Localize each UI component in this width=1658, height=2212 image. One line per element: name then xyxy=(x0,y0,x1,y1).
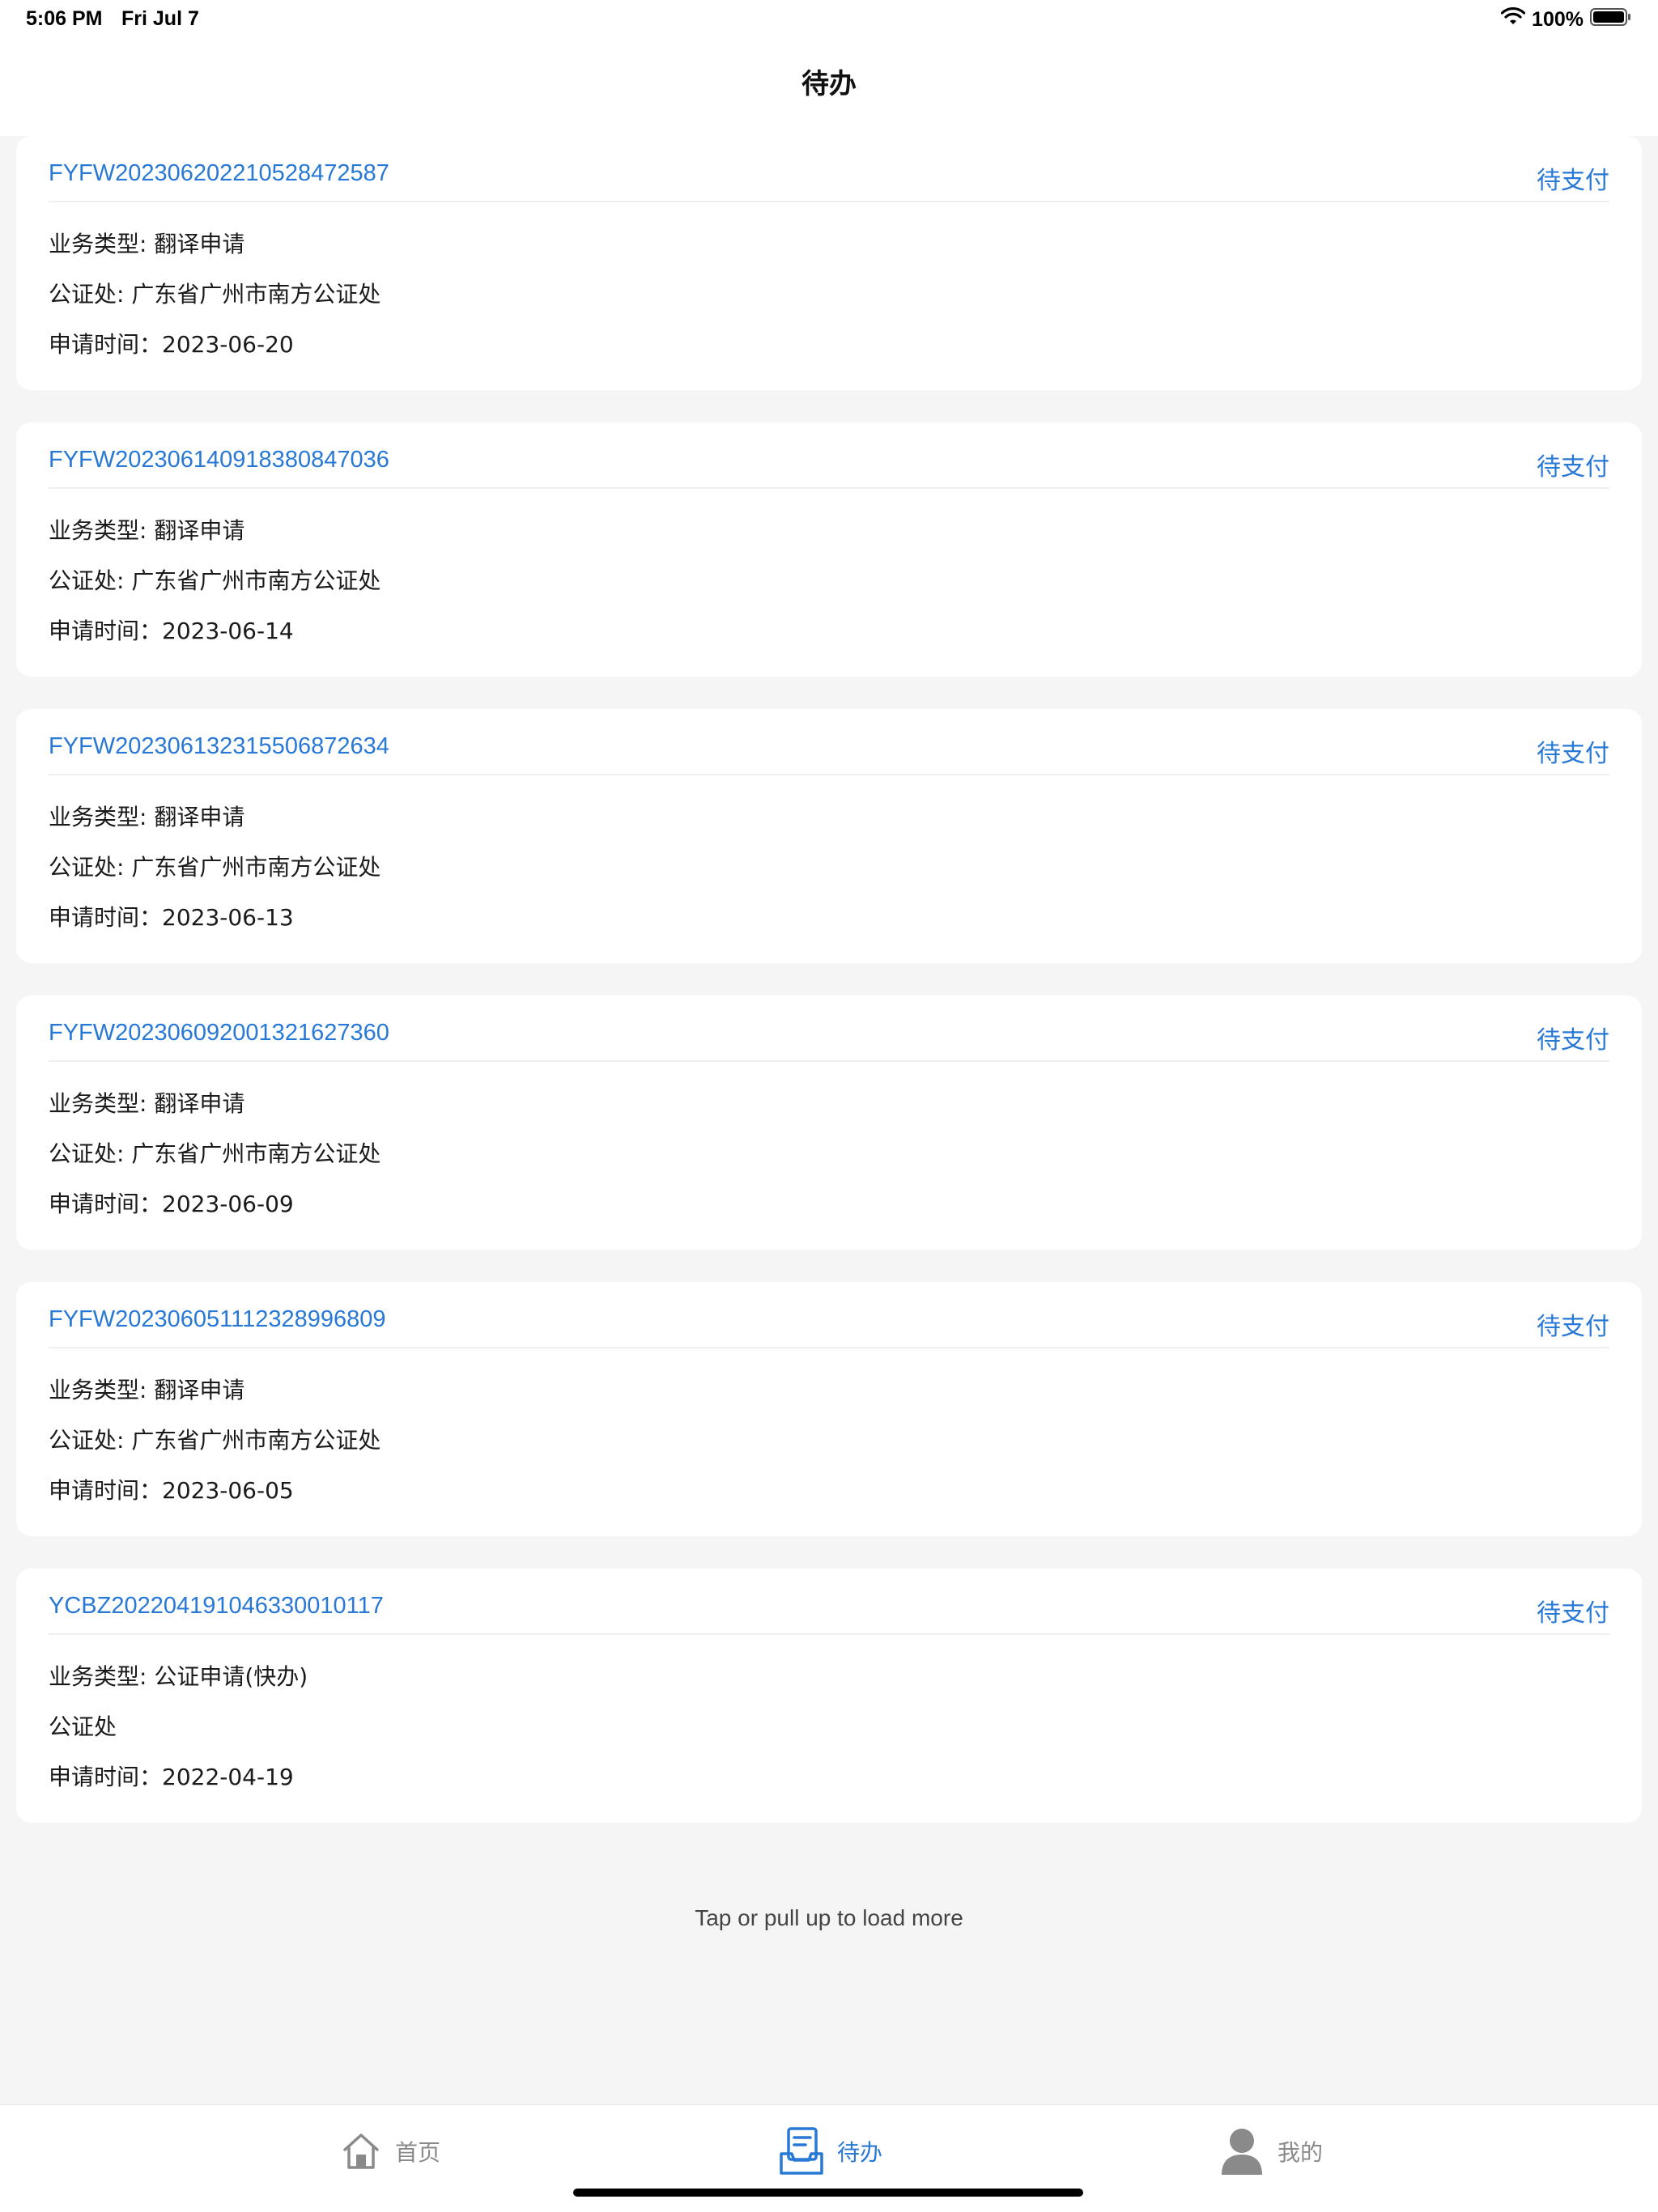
order-status[interactable]: 待支付 xyxy=(1537,1306,1609,1342)
tab-home[interactable]: 首页 xyxy=(340,2123,440,2180)
status-date: Fri Jul 7 xyxy=(121,7,199,30)
order-number[interactable]: FYFW20230609200132162736​0 xyxy=(49,1020,389,1047)
home-icon xyxy=(340,2130,382,2172)
notary-office: 公证处: 广东省广州市南方公证处 xyxy=(49,1140,381,1167)
tab-mine[interactable]: 我的 xyxy=(1219,2123,1323,2180)
apply-time: 申请时间：2023-06-20 xyxy=(49,331,294,358)
wifi-icon xyxy=(1500,6,1526,32)
order-status[interactable]: 待支付 xyxy=(1537,160,1609,196)
notary-office: 公证处: 广东省广州市南方公证处 xyxy=(49,854,381,881)
business-type: 业务类型: 翻译申请 xyxy=(49,1377,245,1403)
order-card[interactable]: YCBZ20220419104633001011​7 待支付 业务类型: 公证申… xyxy=(16,1569,1642,1823)
order-status[interactable]: 待支付 xyxy=(1537,447,1609,482)
notary-office: 公证处: 广东省广州市南方公证处 xyxy=(49,567,381,594)
order-number[interactable]: FYFW20230620221052847258​7 xyxy=(49,160,389,187)
order-number[interactable]: FYFW20230613231550687263​4 xyxy=(49,733,389,760)
user-icon xyxy=(1219,2126,1265,2176)
notary-office: 公证处: 广东省广州市南方公证处 xyxy=(49,1427,381,1454)
notary-office: 公证处: 广东省广州市南方公证处 xyxy=(49,281,381,308)
page-title: 待办 xyxy=(801,68,857,100)
status-indicators: 100% xyxy=(1500,6,1632,32)
order-status[interactable]: 待支付 xyxy=(1537,1593,1609,1628)
apply-time: 申请时间：2022-04-19 xyxy=(49,1764,294,1790)
business-type: 业务类型: 翻译申请 xyxy=(49,1090,245,1117)
order-card[interactable]: FYFW20230605111232899680​9 待支付 业务类型: 翻译申… xyxy=(16,1282,1642,1536)
order-card[interactable]: FYFW20230613231550687263​4 待支付 业务类型: 翻译申… xyxy=(16,709,1642,963)
business-type: 业务类型: 翻译申请 xyxy=(49,804,245,830)
order-card-header: FYFW20230613231550687263​4 待支付 xyxy=(49,709,1609,775)
battery-percent: 100% xyxy=(1532,7,1584,31)
order-card-header: FYFW20230614091838084703​6 待支付 xyxy=(49,422,1609,489)
order-number[interactable]: FYFW20230614091838084703​6 xyxy=(49,447,389,473)
apply-time: 申请时间：2023-06-09 xyxy=(49,1191,294,1217)
order-card-header: FYFW20230620221052847258​7 待支付 xyxy=(49,136,1609,202)
battery-icon xyxy=(1590,7,1632,32)
apply-time: 申请时间：2023-06-13 xyxy=(49,904,294,931)
status-bar: 5:06 PM Fri Jul 7 100% xyxy=(0,0,1658,39)
apply-time: 申请时间：2023-06-05 xyxy=(49,1477,294,1504)
order-number[interactable]: YCBZ20220419104633001011​7 xyxy=(49,1593,384,1620)
order-status[interactable]: 待支付 xyxy=(1537,1020,1609,1055)
todo-list-icon xyxy=(779,2126,824,2176)
order-card[interactable]: FYFW20230614091838084703​6 待支付 业务类型: 翻译申… xyxy=(16,422,1642,677)
order-card-header: YCBZ20220419104633001011​7 待支付 xyxy=(49,1569,1609,1635)
tab-todo-label: 待办 xyxy=(837,2139,883,2166)
notary-office: 公证处 xyxy=(49,1713,117,1740)
apply-time: 申请时间：2023-06-14 xyxy=(49,618,294,644)
tab-todo[interactable]: 待办 xyxy=(779,2123,882,2180)
order-status[interactable]: 待支付 xyxy=(1537,733,1609,769)
status-time: 5:06 PM xyxy=(26,7,103,30)
business-type: 业务类型: 公证申请(快办) xyxy=(49,1663,308,1690)
order-card-header: FYFW20230605111232899680​9 待支付 xyxy=(49,1282,1609,1348)
order-card-header: FYFW20230609200132162736​0 待支付 xyxy=(49,996,1609,1062)
business-type: 业务类型: 翻译申请 xyxy=(49,231,245,257)
order-card[interactable]: FYFW20230620221052847258​7 待支付 业务类型: 翻译申… xyxy=(16,136,1642,390)
tab-home-label: 首页 xyxy=(395,2139,441,2166)
navigation-bar: 待办 xyxy=(0,39,1658,136)
load-more-button[interactable]: Tap or pull up to load more xyxy=(0,1905,1658,1931)
order-card[interactable]: FYFW20230609200132162736​0 待支付 业务类型: 翻译申… xyxy=(16,996,1642,1250)
order-number[interactable]: FYFW20230605111232899680​9 xyxy=(49,1306,386,1333)
home-indicator[interactable] xyxy=(573,2189,1083,2197)
tab-mine-label: 我的 xyxy=(1278,2139,1324,2166)
business-type: 业务类型: 翻译申请 xyxy=(49,517,245,544)
